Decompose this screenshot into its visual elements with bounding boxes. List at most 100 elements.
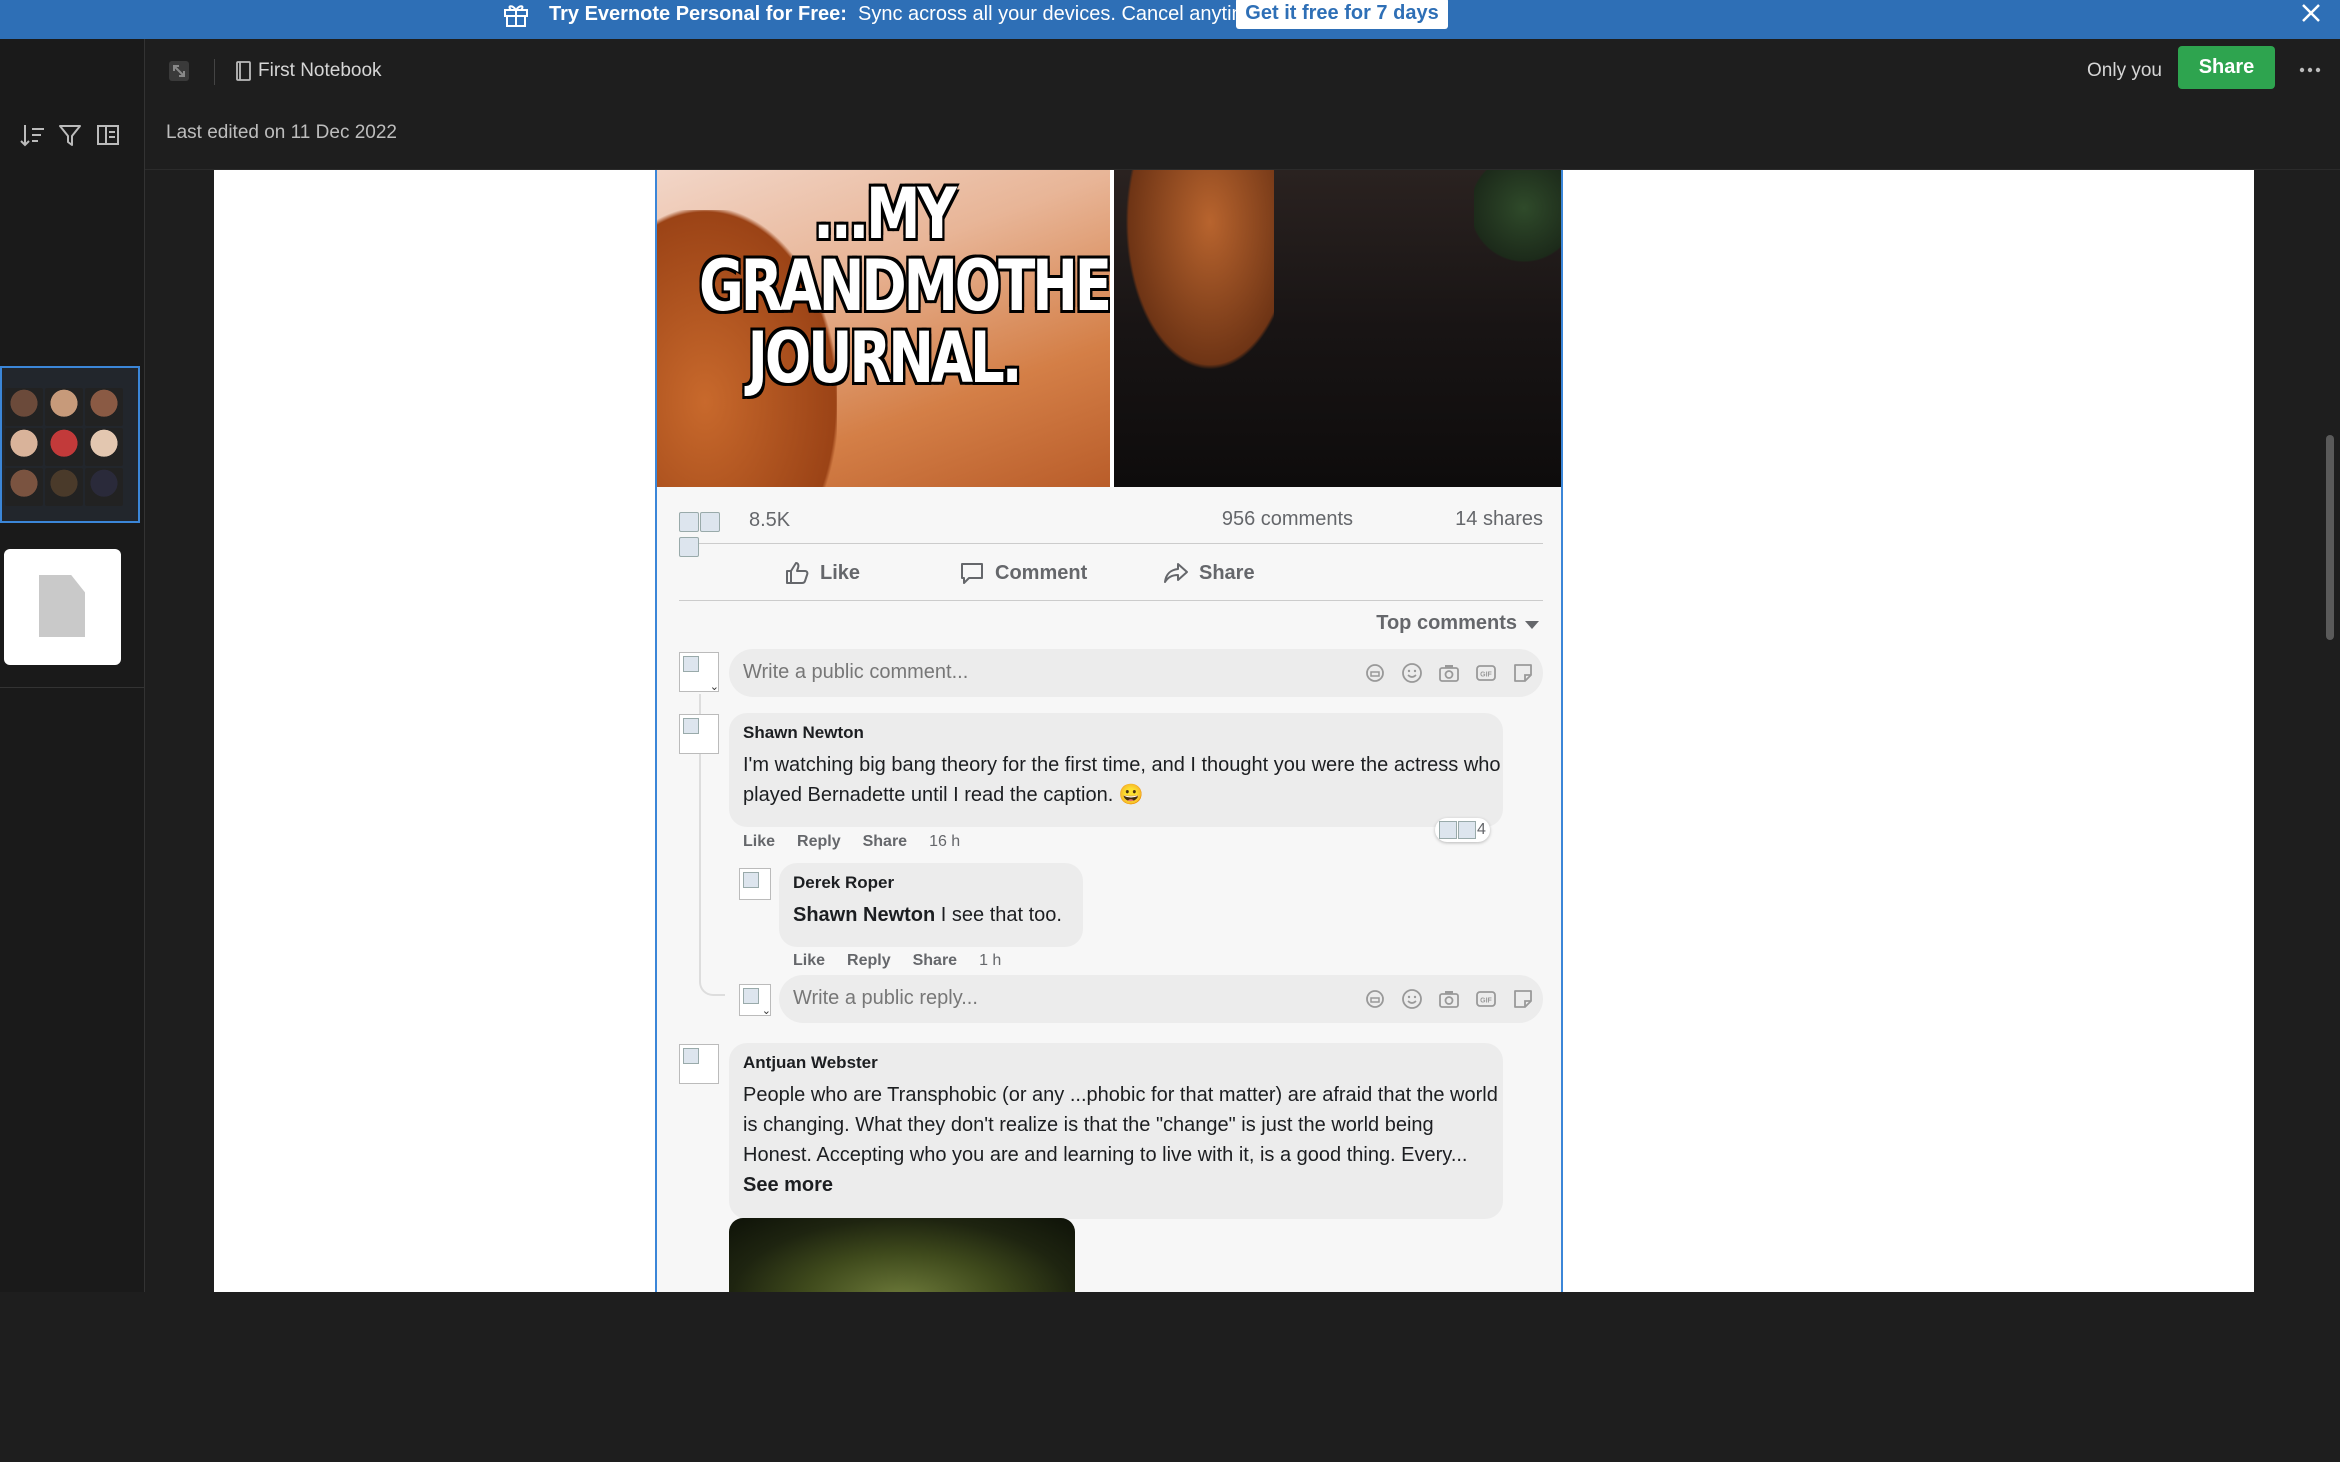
comment-button[interactable]: Comment — [959, 556, 1087, 590]
comment-sort-label: Top comments — [1376, 612, 1517, 634]
comment-label: Comment — [995, 561, 1088, 584]
reply-reply[interactable]: Reply — [847, 952, 891, 970]
thumbnail-image-grid — [5, 388, 123, 506]
reply-author[interactable]: Derek Roper — [793, 873, 894, 893]
scrollbar-thumb[interactable] — [2326, 435, 2334, 640]
comment-tools: GIF — [1363, 661, 1535, 685]
meme-hair-right — [1114, 170, 1274, 390]
document-icon — [39, 575, 85, 637]
reply-tools: GIF — [1363, 987, 1535, 1011]
comment-share[interactable]: Share — [863, 833, 907, 851]
comment-sort-dropdown[interactable]: Top comments — [1376, 612, 1539, 635]
filter-icon[interactable] — [56, 121, 84, 149]
note-list-sidebar — [0, 39, 145, 1292]
comment-icon — [961, 563, 983, 584]
comment-placeholder: Write a public comment... — [743, 661, 969, 683]
post-actions: Like Comment Share — [679, 546, 1543, 601]
comment-input[interactable]: Write a public comment... GIF — [729, 649, 1543, 697]
facebook-post-clip: ...MYGRANDMOTHER'SJOURNAL. 8.5K 956 comm… — [655, 170, 1563, 1292]
thumbnail-face — [45, 468, 83, 506]
last-edited-label: Last edited on 11 Dec 2022 — [166, 122, 397, 143]
thumbnail-face — [5, 468, 43, 506]
share-arrow-icon — [1164, 563, 1188, 583]
thumbnail-face — [85, 388, 123, 426]
see-more-link[interactable]: See more — [743, 1174, 833, 1196]
comment-reaction-count: 4 — [1477, 821, 1486, 838]
thumbnail-face — [45, 428, 83, 466]
notebook-icon — [236, 61, 251, 81]
promo-banner: Try Evernote Personal for Free: Sync acr… — [0, 0, 2340, 39]
emoji-icon[interactable] — [1400, 661, 1424, 685]
camera-icon[interactable] — [1437, 987, 1461, 1011]
promo-message: Try Evernote Personal for Free: Sync acr… — [549, 1, 1265, 27]
comment-reactions[interactable]: 4 — [1435, 818, 1490, 842]
share-label: Share — [1199, 561, 1255, 584]
share-button[interactable]: Share — [2178, 46, 2275, 89]
reaction-icons[interactable] — [679, 512, 739, 557]
reply-body: I see that too. — [940, 904, 1062, 926]
camera-icon[interactable] — [1437, 661, 1461, 685]
sidebar-divider — [0, 687, 144, 688]
share-post-button[interactable]: Share — [1163, 556, 1255, 590]
note-thumbnail[interactable] — [4, 549, 121, 665]
like-button[interactable]: Like — [784, 556, 860, 590]
comment-like[interactable]: Like — [743, 833, 775, 851]
avatar[interactable]: ⌄ — [679, 652, 719, 693]
sticker-icon[interactable] — [1511, 987, 1535, 1011]
comments-count[interactable]: 956 comments — [1222, 508, 1353, 531]
thumbnail-face — [85, 428, 123, 466]
layout-icon[interactable] — [94, 121, 122, 149]
note-thumbnail-selected[interactable] — [0, 366, 140, 523]
reply-bubble: Derek Roper Shawn Newton I see that too. — [779, 863, 1083, 947]
comment-reply[interactable]: Reply — [797, 833, 841, 851]
reply-text: Shawn Newton I see that too. — [793, 900, 1083, 930]
expand-icon[interactable] — [167, 59, 191, 83]
reactions-count[interactable]: 8.5K — [749, 509, 790, 532]
svg-text:GIF: GIF — [1480, 998, 1492, 1005]
thumbnail-face — [5, 388, 43, 426]
meme-plant — [1474, 170, 1561, 280]
gif-icon[interactable]: GIF — [1474, 987, 1498, 1011]
emoji-icon[interactable] — [1400, 987, 1424, 1011]
comment-author[interactable]: Antjuan Webster — [743, 1053, 878, 1073]
avatar[interactable] — [679, 1044, 719, 1084]
reply-actions: Like Reply Share 1 h — [793, 952, 1001, 970]
comment-text: I'm watching big bang theory for the fir… — [743, 754, 1501, 806]
more-icon[interactable] — [2295, 57, 2325, 83]
comment-body: People who are Transphobic (or any ...ph… — [743, 1084, 1498, 1166]
comment-actions: Like Reply Share 16 h — [743, 833, 960, 851]
reply-mention[interactable]: Shawn Newton — [793, 904, 935, 926]
promo-title: Try Evernote Personal for Free: — [549, 3, 847, 25]
meme-image: ...MYGRANDMOTHER'SJOURNAL. — [657, 170, 1561, 487]
reply-like[interactable]: Like — [793, 952, 825, 970]
gif-icon[interactable]: GIF — [1474, 661, 1498, 685]
thumbs-up-icon — [786, 562, 809, 584]
avatar[interactable]: ⌄ — [739, 984, 771, 1017]
sort-icon[interactable] — [18, 121, 46, 149]
free-trial-button[interactable]: Get it free for 7 days — [1236, 0, 1448, 29]
like-label: Like — [820, 561, 861, 584]
note-editor: ...MYGRANDMOTHER'SJOURNAL. 8.5K 956 comm… — [145, 170, 2340, 1292]
avatar[interactable] — [679, 714, 719, 754]
reply-input[interactable]: Write a public reply... GIF — [779, 975, 1543, 1023]
meme-caption: ...MYGRANDMOTHER'SJOURNAL. — [699, 173, 1110, 399]
reply-time: 1 h — [979, 952, 1002, 969]
comment-author[interactable]: Shawn Newton — [743, 723, 864, 743]
meme-left-panel: ...MYGRANDMOTHER'SJOURNAL. — [657, 170, 1110, 487]
gift-icon — [504, 5, 528, 27]
close-icon[interactable] — [2298, 0, 2324, 26]
avatar[interactable] — [739, 868, 771, 900]
reply-placeholder: Write a public reply... — [793, 987, 978, 1009]
comment-gif-image[interactable] — [729, 1218, 1075, 1292]
sticker-icon[interactable] — [1511, 661, 1535, 685]
notebook-name[interactable]: First Notebook — [258, 58, 382, 84]
thumbnail-face — [5, 428, 43, 466]
shares-count[interactable]: 14 shares — [1455, 508, 1543, 531]
visibility-label[interactable]: Only you — [2087, 58, 2162, 84]
comment-bubble: Shawn Newton I'm watching big bang theor… — [729, 713, 1503, 827]
reply-share[interactable]: Share — [913, 952, 957, 970]
avatar-sticker-icon[interactable] — [1363, 987, 1387, 1011]
avatar-sticker-icon[interactable] — [1363, 661, 1387, 685]
meme-right-panel — [1114, 170, 1561, 487]
caret-down-icon — [1525, 621, 1539, 629]
